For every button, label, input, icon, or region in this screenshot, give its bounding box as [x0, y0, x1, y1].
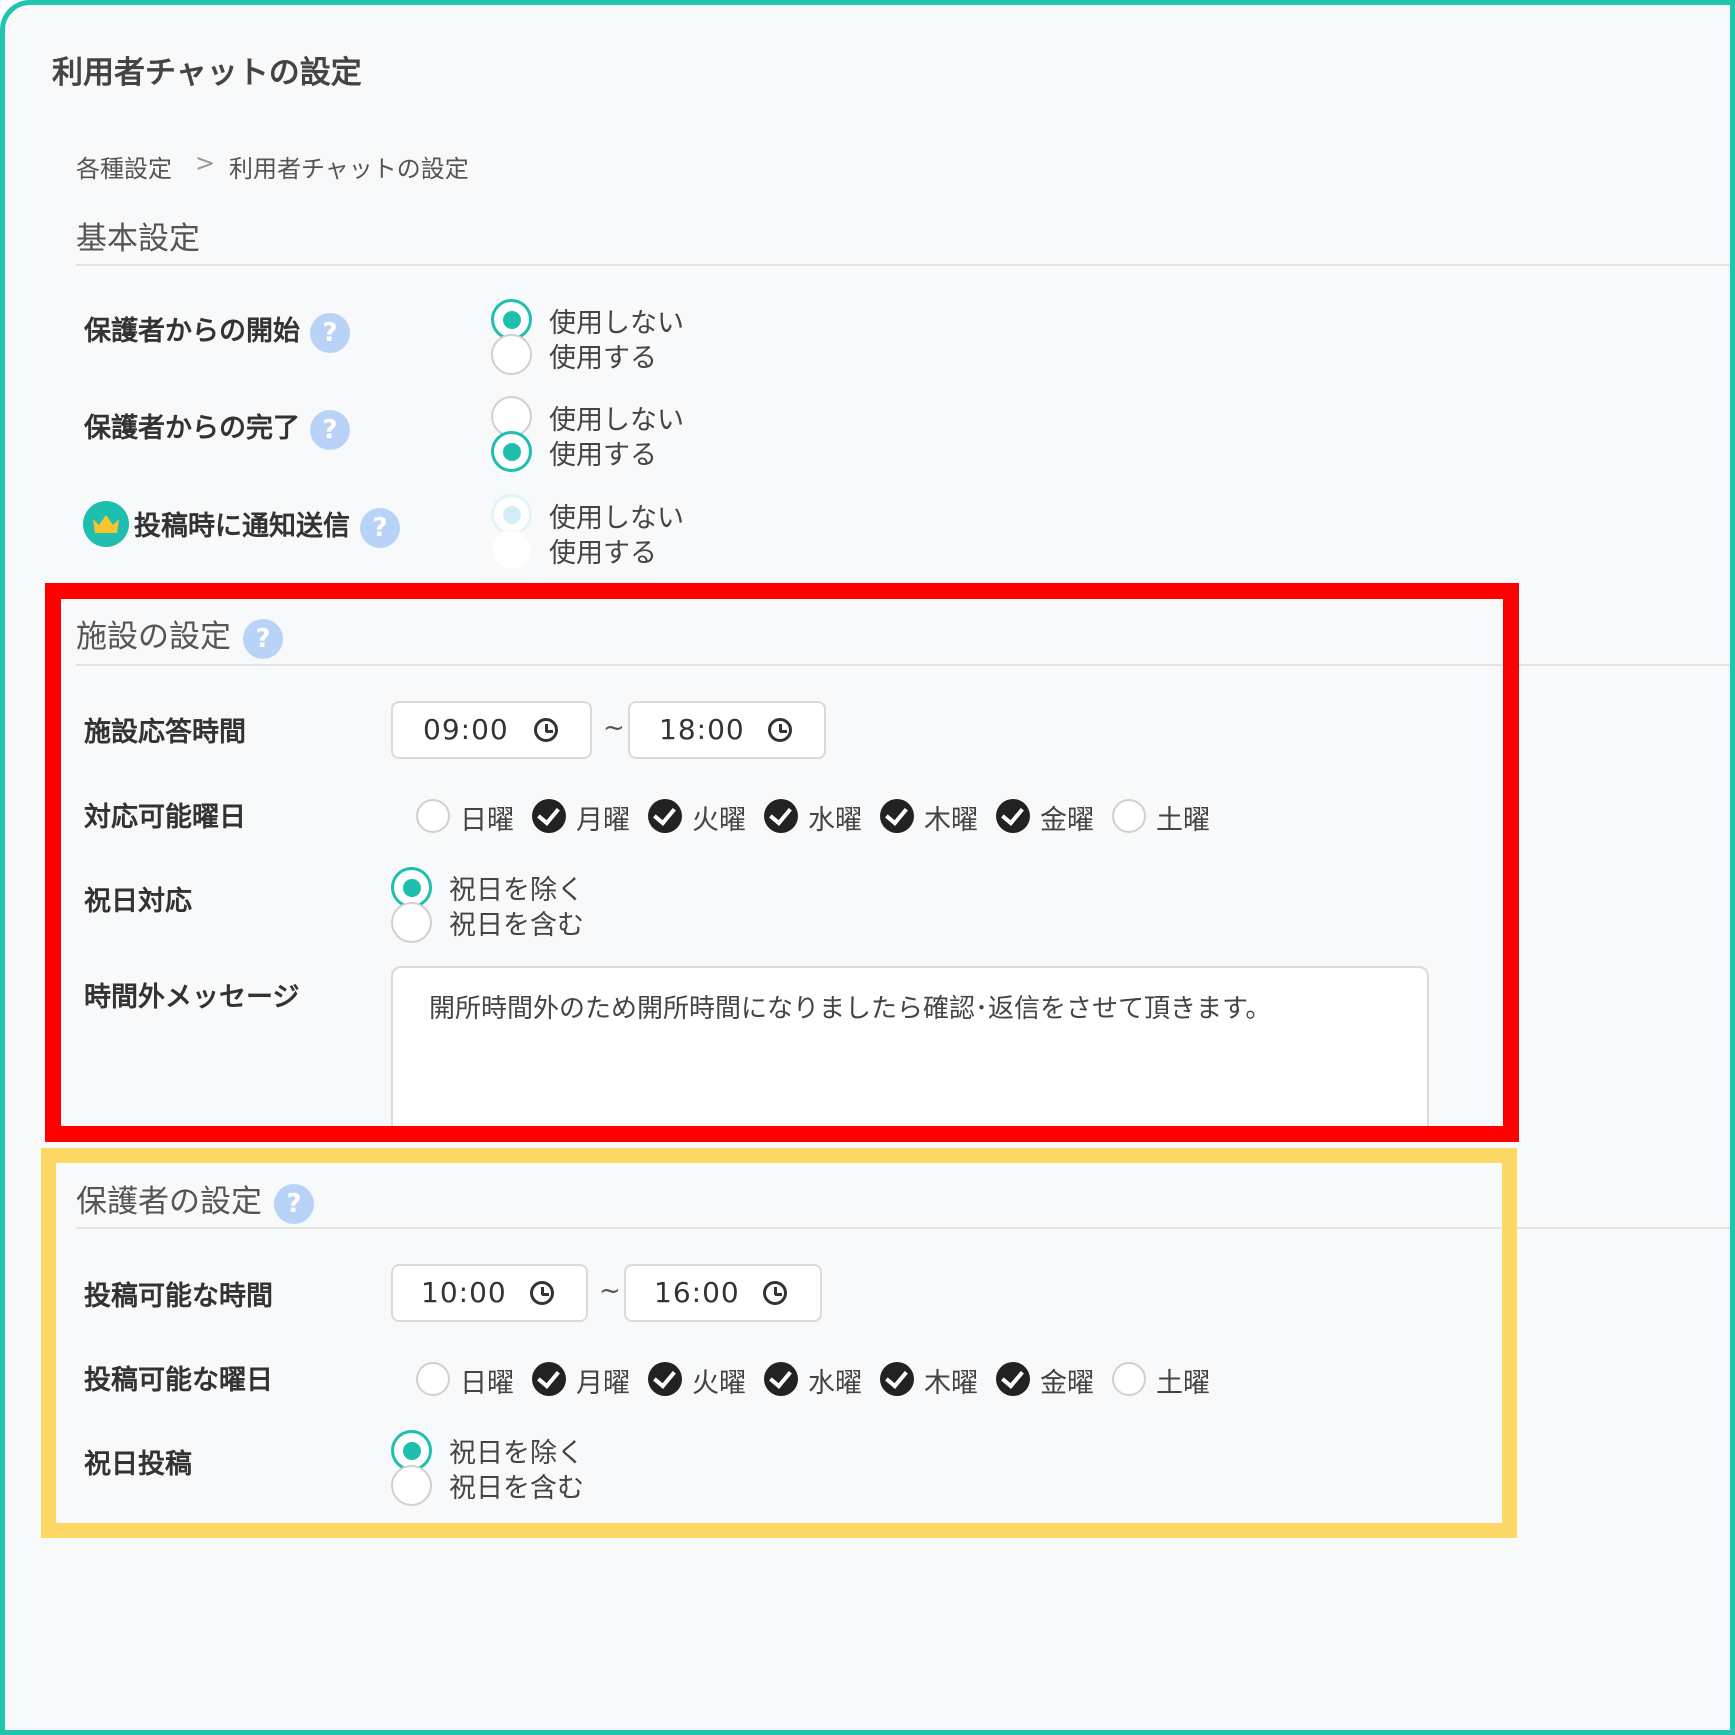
- radio-guardian-complete-on[interactable]: [491, 431, 532, 472]
- option-label: 使用しない: [549, 503, 684, 534]
- row-label-post-notification: 投稿時に通知送信?: [134, 504, 400, 548]
- section-title-basic: 基本設定: [76, 221, 200, 257]
- option-label: 使用しない: [549, 308, 684, 339]
- crown-icon: [83, 501, 129, 547]
- crown-icon-shape: [93, 515, 119, 533]
- radio-notification-on[interactable]: [491, 529, 532, 570]
- breadcrumb-settings-link[interactable]: 各種設定: [76, 149, 172, 184]
- breadcrumb-current: 利用者チャットの設定: [229, 155, 469, 183]
- label-text: 投稿時に通知送信: [134, 511, 350, 542]
- label-text: 保護者からの完了: [84, 413, 300, 444]
- highlight-frame-red: [45, 583, 1519, 1142]
- help-icon[interactable]: ?: [310, 409, 350, 450]
- label-text: 保護者からの開始: [84, 316, 300, 347]
- settings-page: 利用者チャットの設定 各種設定 > 利用者チャットの設定 基本設定 保護者からの…: [0, 0, 1735, 1735]
- option-label: 使用する: [549, 538, 657, 569]
- breadcrumb-separator: >: [195, 149, 216, 177]
- divider: [76, 264, 1730, 266]
- option-label: 使用する: [549, 440, 657, 471]
- option-label: 使用する: [549, 343, 657, 374]
- help-icon[interactable]: ?: [360, 507, 400, 548]
- help-icon[interactable]: ?: [310, 312, 350, 353]
- page-title: 利用者チャットの設定: [52, 55, 362, 91]
- row-label-guardian-complete: 保護者からの完了?: [84, 406, 350, 450]
- option-label: 使用しない: [549, 405, 684, 436]
- highlight-frame-yellow: [41, 1148, 1517, 1538]
- radio-guardian-start-on[interactable]: [491, 334, 532, 375]
- row-label-guardian-start: 保護者からの開始?: [84, 309, 350, 353]
